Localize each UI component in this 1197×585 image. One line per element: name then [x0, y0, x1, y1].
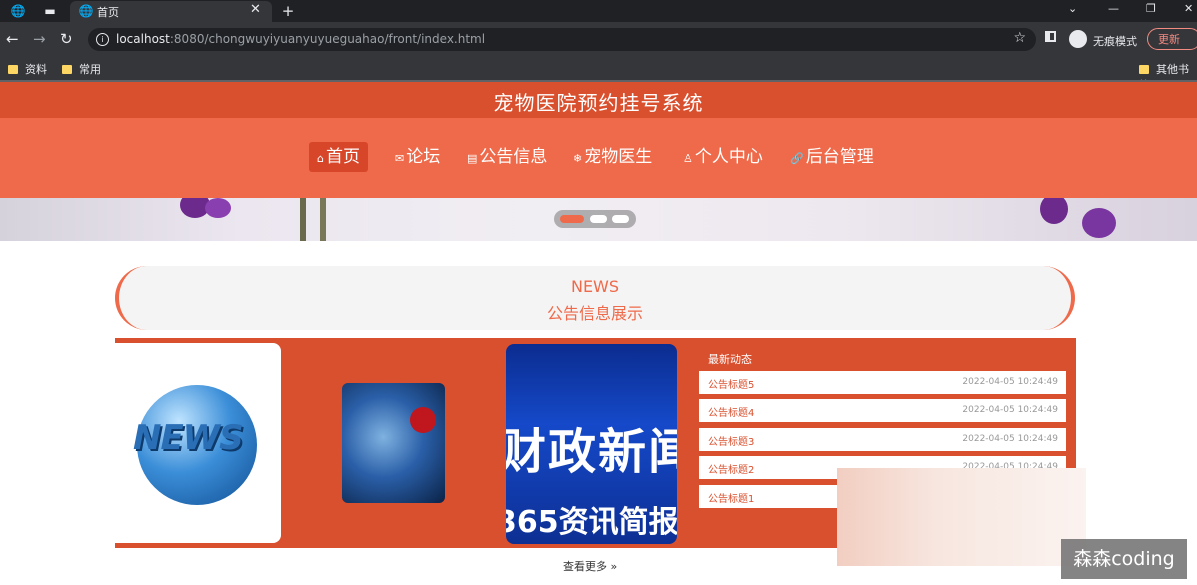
- forward-icon[interactable]: →: [33, 30, 46, 48]
- news-heading-cn: 公告信息展示: [546, 304, 643, 323]
- nav-admin[interactable]: 🔗 后台管理: [790, 142, 874, 172]
- news-image-3-subline: 365资讯简报: [506, 505, 677, 540]
- news-image-2-mark: [410, 407, 436, 433]
- news-image-3-headline: 财政新闻: [506, 424, 677, 480]
- snowflake-icon: ❄: [573, 152, 583, 165]
- browser-tab-home[interactable]: 🌐 首页 ✕: [70, 1, 272, 22]
- minimize-icon[interactable]: —: [1108, 2, 1119, 15]
- url-text: localhost:8080/chongwuyiyuanyuyueguahao/…: [116, 32, 486, 46]
- back-icon[interactable]: ←: [6, 30, 19, 48]
- news-list-item[interactable]: 公告标题3 2022-04-05 10:24:49: [699, 428, 1066, 451]
- news-item-title: 公告标题4: [708, 408, 755, 419]
- nav-pet-doctors[interactable]: ❄ 宠物医生: [573, 142, 652, 172]
- news-item-title: 公告标题3: [708, 437, 755, 448]
- banner-carousel[interactable]: [0, 198, 1197, 241]
- document-icon: ▤: [467, 152, 478, 165]
- watermark: 森森coding: [1061, 539, 1187, 579]
- link-icon: 🔗: [790, 152, 804, 165]
- news-section-heading: NEWS 公告信息展示: [115, 266, 1075, 330]
- incognito-icon[interactable]: [1069, 30, 1087, 48]
- news-heading-en: NEWS: [570, 277, 620, 296]
- news-list-item[interactable]: 公告标题4 2022-04-05 10:24:49: [699, 399, 1066, 422]
- nav-announcements[interactable]: ▤ 公告信息: [467, 142, 547, 172]
- incognito-label: 无痕模式: [1093, 35, 1137, 48]
- info-icon[interactable]: i: [96, 33, 109, 46]
- news-image-1-text: NEWS: [133, 418, 244, 458]
- restore-icon[interactable]: ❐: [1146, 2, 1156, 15]
- update-button[interactable]: 更新: [1147, 28, 1197, 50]
- user-icon: ♙: [683, 152, 693, 165]
- site-header: 宠物医院预约挂号系统: [0, 82, 1197, 118]
- bookmarks-bar: 资料 常用 其他书签: [0, 56, 1197, 92]
- browser-toolbar: ← → ↻ i localhost:8080/chongwuyiyuanyuyu…: [0, 22, 1197, 56]
- carousel-dot-1[interactable]: [560, 215, 584, 223]
- news-item-title: 公告标题5: [708, 380, 755, 391]
- tab-favicon-icon: 🌐: [78, 4, 94, 18]
- new-tab-icon[interactable]: +: [280, 3, 296, 19]
- globe-icon[interactable]: 🌐: [10, 3, 26, 19]
- news-item-date: 2022-04-05 10:24:49: [962, 377, 1058, 387]
- folder-icon: [8, 65, 18, 74]
- banner-stem: [300, 198, 306, 241]
- side-panel-icon[interactable]: [1045, 31, 1056, 42]
- bookmark-folder-changyong[interactable]: 常用: [62, 61, 101, 77]
- double-chevron-right-icon: »: [610, 560, 618, 573]
- main-nav: ⌂ 首页 ✉ 论坛 ▤ 公告信息 ❄ 宠物医生 ♙ 个人中心 🔗 后台管理: [0, 118, 1197, 198]
- news-item-date: 2022-04-05 10:24:49: [962, 434, 1058, 444]
- bookmark-star-icon[interactable]: ☆: [1013, 30, 1026, 46]
- carousel-indicators: [554, 210, 636, 228]
- news-item-title: 公告标题2: [708, 465, 755, 476]
- news-image-2[interactable]: [342, 383, 445, 503]
- banner-stem: [320, 198, 326, 241]
- nav-forum[interactable]: ✉ 论坛: [395, 142, 440, 172]
- bookmark-folder-ziliao[interactable]: 资料: [8, 61, 47, 77]
- news-image-1[interactable]: NEWS: [115, 343, 281, 543]
- banner-flower: [1082, 208, 1116, 238]
- nav-personal-center[interactable]: ♙ 个人中心: [683, 142, 763, 172]
- tab-search-icon[interactable]: ▬: [42, 3, 58, 19]
- news-item-date: 2022-04-05 10:24:49: [962, 405, 1058, 415]
- banner-flower: [1040, 198, 1068, 224]
- nav-home[interactable]: ⌂ 首页: [309, 142, 368, 172]
- news-image-3[interactable]: 财政新闻 365资讯简报: [506, 344, 677, 544]
- address-bar[interactable]: i localhost:8080/chongwuyiyuanyuyueguaha…: [88, 28, 1036, 51]
- carousel-dot-2[interactable]: [590, 215, 607, 223]
- folder-icon: [62, 65, 72, 74]
- tab-close-icon[interactable]: ✕: [250, 2, 261, 17]
- tab-title: 首页: [97, 6, 119, 19]
- browser-tab-strip: 🌐 ▬ 🌐 首页 ✕ + ⌄ — ❐ ✕: [0, 0, 1197, 22]
- carousel-dot-3[interactable]: [612, 215, 629, 223]
- view-more-link[interactable]: 查看更多 »: [563, 558, 617, 574]
- banner-flower: [205, 198, 231, 218]
- home-icon: ⌂: [317, 152, 324, 165]
- site-title: 宠物医院预约挂号系统: [493, 91, 704, 115]
- folder-icon: [1139, 65, 1149, 74]
- latest-news-title: 最新动态: [708, 353, 752, 366]
- news-item-title: 公告标题1: [708, 494, 755, 505]
- news-list-item[interactable]: 公告标题5 2022-04-05 10:24:49: [699, 371, 1066, 394]
- close-window-icon[interactable]: ✕: [1184, 2, 1193, 15]
- reload-icon[interactable]: ↻: [60, 30, 73, 48]
- mail-icon: ✉: [395, 152, 405, 165]
- tab-list-icon[interactable]: ⌄: [1068, 2, 1077, 15]
- blurred-region: [837, 468, 1086, 566]
